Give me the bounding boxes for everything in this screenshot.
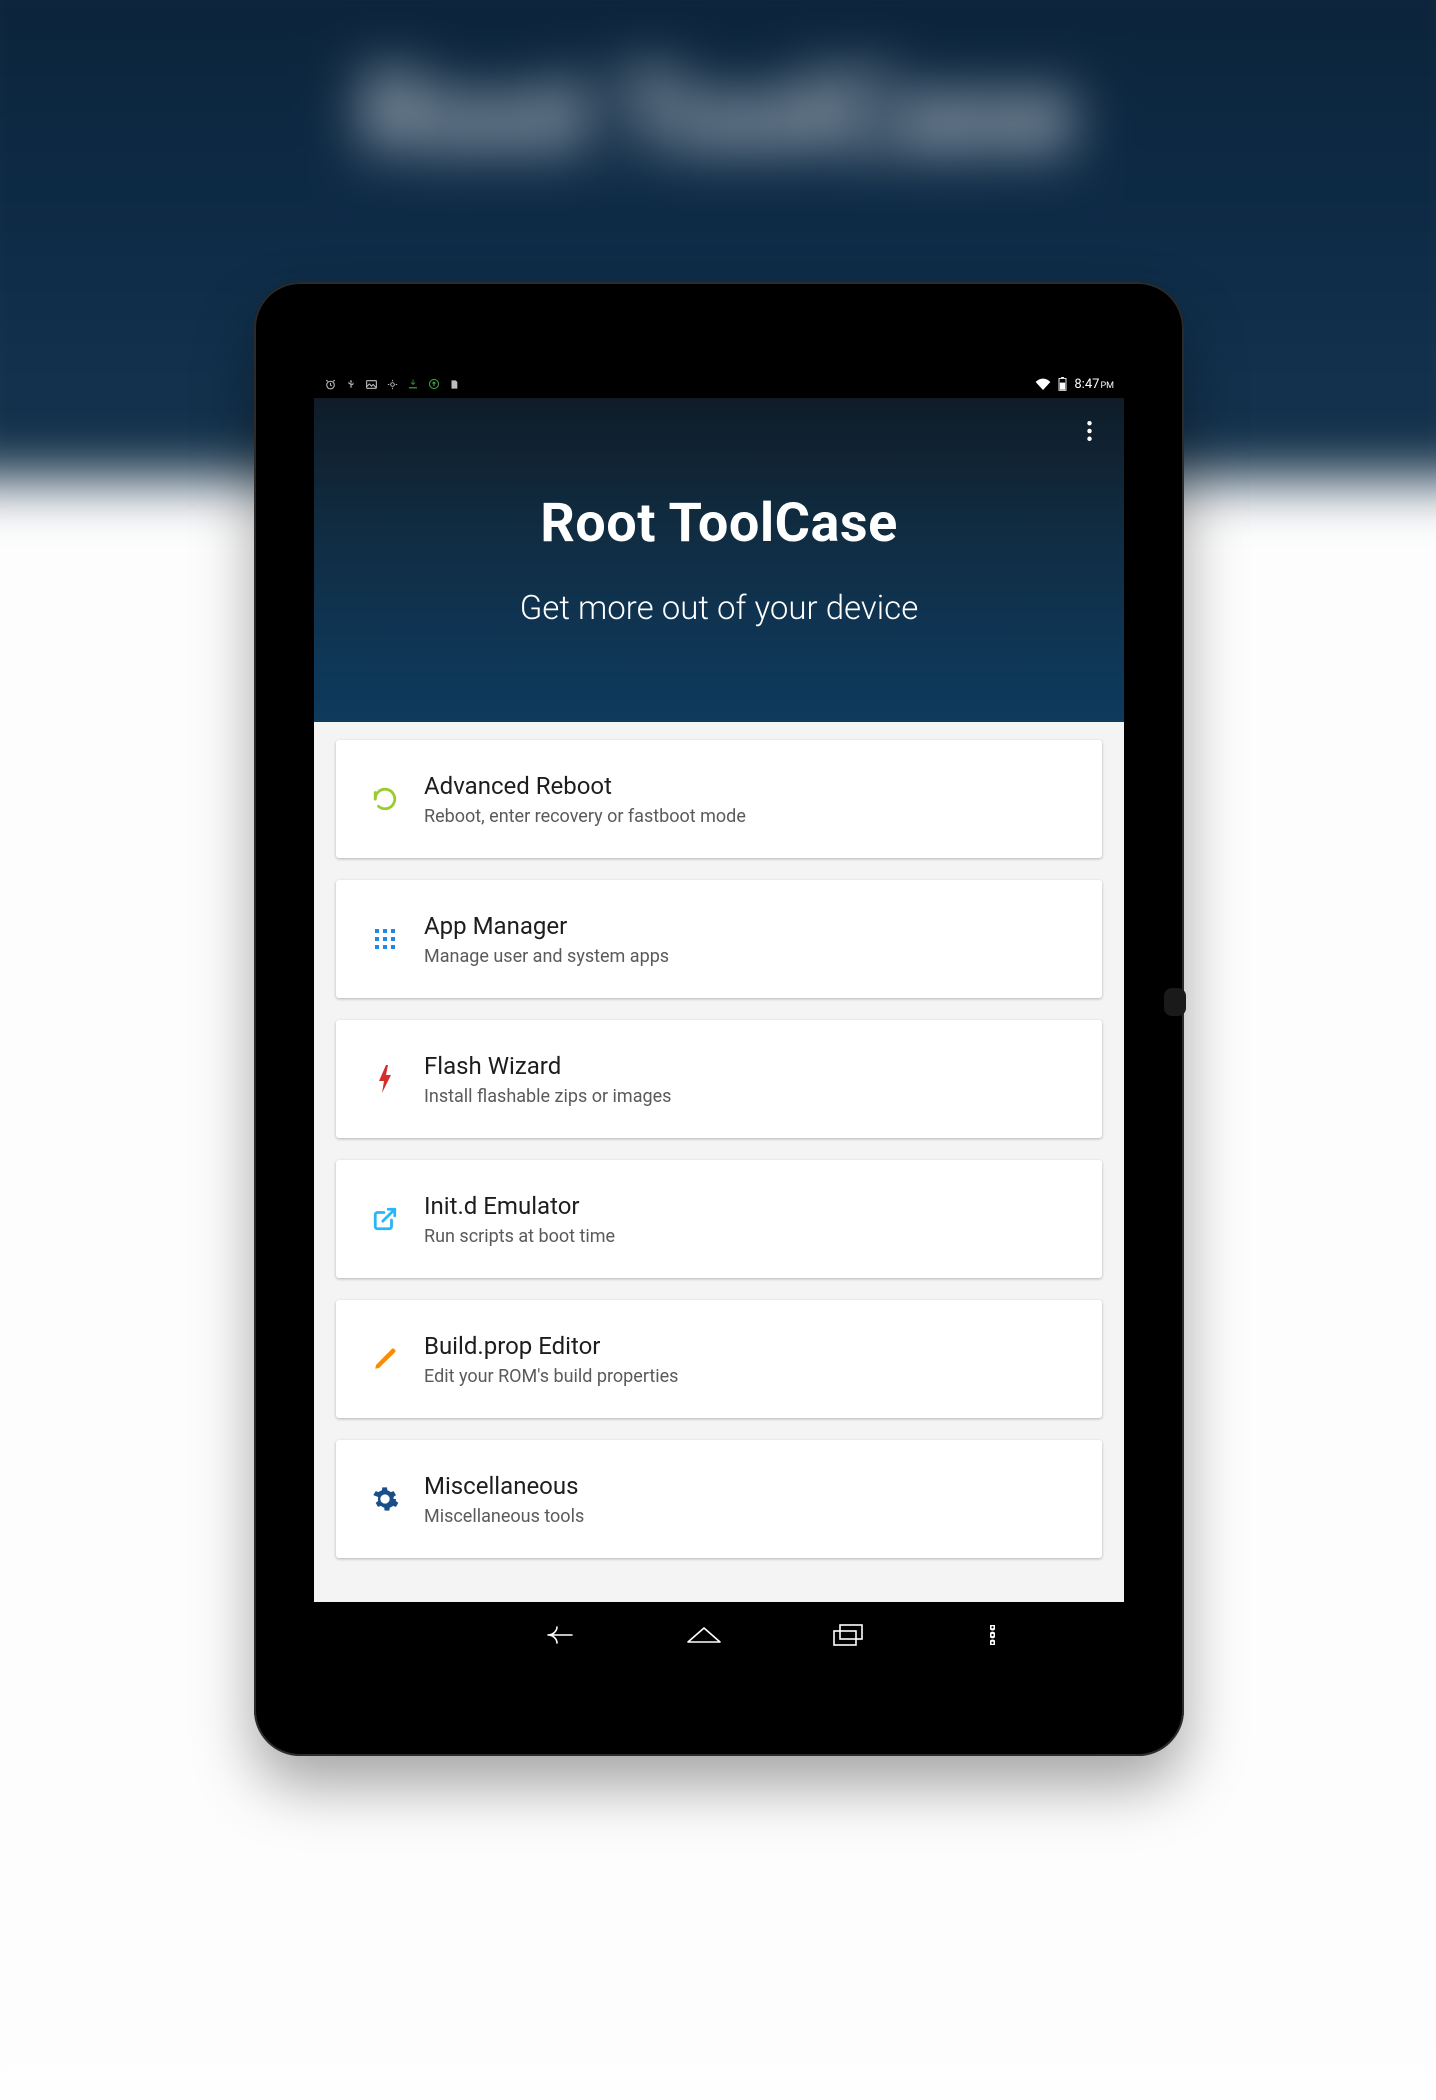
android-nav-bar — [314, 1602, 1124, 1668]
tablet-screen: 8:47PM Root ToolCase Get more out of you… — [314, 370, 1124, 1668]
nav-home-button[interactable] — [669, 1615, 739, 1655]
menu-item-sub: Run scripts at boot time — [424, 1226, 1078, 1247]
location-icon — [387, 378, 398, 391]
refresh-icon — [360, 786, 410, 812]
menu-item-initd-emulator[interactable]: Init.d Emulator Run scripts at boot time — [336, 1160, 1102, 1278]
menu-item-title: Miscellaneous — [424, 1472, 1078, 1500]
alarm-icon — [324, 378, 337, 391]
menu-item-flash-wizard[interactable]: Flash Wizard Install flashable zips or i… — [336, 1020, 1102, 1138]
status-bar: 8:47PM — [314, 370, 1124, 398]
menu-item-advanced-reboot[interactable]: Advanced Reboot Reboot, enter recovery o… — [336, 740, 1102, 858]
nav-overflow-button[interactable] — [957, 1615, 1027, 1655]
wifi-icon — [1035, 378, 1051, 390]
menu-item-app-manager[interactable]: App Manager Manage user and system apps — [336, 880, 1102, 998]
menu-item-title: Advanced Reboot — [424, 772, 1078, 800]
upload-icon — [428, 378, 440, 390]
download-icon — [407, 378, 419, 390]
menu-item-title: Flash Wizard — [424, 1052, 1078, 1080]
menu-item-title: App Manager — [424, 912, 1078, 940]
more-vert-icon — [1087, 421, 1092, 441]
battery-icon — [1058, 377, 1067, 391]
app-subtitle: Get more out of your device — [314, 589, 1124, 628]
apps-grid-icon — [360, 927, 410, 951]
more-vert-icon — [990, 1625, 995, 1645]
app-header: Root ToolCase Get more out of your devic… — [314, 398, 1124, 722]
tablet-camera — [1164, 988, 1186, 1016]
menu-item-title: Build.prop Editor — [424, 1332, 1078, 1360]
menu-item-buildprop-editor[interactable]: Build.prop Editor Edit your ROM's build … — [336, 1300, 1102, 1418]
nav-back-button[interactable] — [525, 1615, 595, 1655]
app-title: Root ToolCase — [314, 398, 1124, 555]
pencil-icon — [360, 1346, 410, 1372]
flash-icon — [360, 1065, 410, 1093]
menu-item-sub: Reboot, enter recovery or fastboot mode — [424, 806, 1078, 827]
menu-item-title: Init.d Emulator — [424, 1192, 1078, 1220]
menu-item-sub: Install flashable zips or images — [424, 1086, 1078, 1107]
tablet-frame: 8:47PM Root ToolCase Get more out of you… — [254, 282, 1184, 1756]
open-external-icon — [360, 1206, 410, 1232]
usb-icon — [346, 377, 356, 391]
sd-icon — [449, 378, 459, 391]
menu-item-sub: Edit your ROM's build properties — [424, 1366, 1078, 1387]
menu-item-sub: Miscellaneous tools — [424, 1506, 1078, 1527]
menu-list: Advanced Reboot Reboot, enter recovery o… — [314, 722, 1124, 1598]
nav-recent-button[interactable] — [813, 1615, 883, 1655]
gear-icon — [360, 1485, 410, 1513]
menu-item-sub: Manage user and system apps — [424, 946, 1078, 967]
app-content: Root ToolCase Get more out of your devic… — [314, 398, 1124, 1602]
image-icon — [365, 378, 378, 391]
menu-item-miscellaneous[interactable]: Miscellaneous Miscellaneous tools — [336, 1440, 1102, 1558]
status-time: 8:47PM — [1074, 377, 1114, 392]
overflow-menu-button[interactable] — [1074, 416, 1104, 446]
